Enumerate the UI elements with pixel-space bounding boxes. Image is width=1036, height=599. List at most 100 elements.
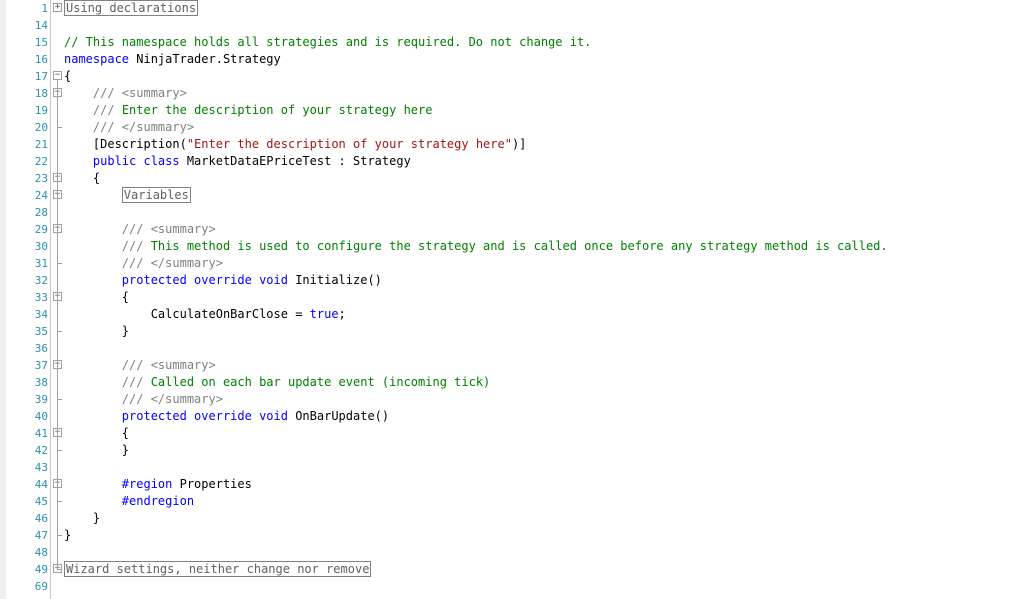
code-token: // This namespace holds all strategies a… xyxy=(64,35,592,49)
line-number: 48 xyxy=(34,546,48,559)
line-number: 19 xyxy=(34,104,48,117)
code-text[interactable]: /// <summary> xyxy=(64,357,216,374)
code-token: /// xyxy=(121,375,144,389)
code-text[interactable]: protected override void OnBarUpdate() xyxy=(64,408,389,425)
line-number: 47 xyxy=(34,529,48,542)
collapsed-region[interactable]: Using declarations xyxy=(64,0,199,16)
code-line[interactable]: 46 } xyxy=(0,510,1036,527)
code-text[interactable]: /// This method is used to configure the… xyxy=(64,238,888,255)
code-line[interactable]: 32 protected override void Initialize() xyxy=(0,272,1036,289)
code-line[interactable]: 49+Wizard settings, neither change nor r… xyxy=(0,561,1036,578)
code-line[interactable]: 21 [Description("Enter the description o… xyxy=(0,136,1036,153)
fold-guide-end xyxy=(57,399,62,400)
code-token: /// xyxy=(92,103,115,117)
code-line[interactable]: 39 /// </summary> xyxy=(0,391,1036,408)
code-text[interactable]: /// <summary> xyxy=(64,85,187,102)
code-text[interactable]: { xyxy=(64,425,129,442)
code-token: { xyxy=(64,290,130,304)
code-token: public class xyxy=(92,154,180,168)
code-text[interactable]: #region Properties xyxy=(64,476,252,493)
code-line[interactable]: 35 } xyxy=(0,323,1036,340)
code-text[interactable]: CalculateOnBarClose = true; xyxy=(64,306,346,323)
code-text[interactable]: // This namespace holds all strategies a… xyxy=(64,34,591,51)
code-line[interactable]: 44− #region Properties xyxy=(0,476,1036,493)
code-text[interactable]: { xyxy=(64,170,100,187)
collapsed-region[interactable]: Variables xyxy=(121,187,191,203)
fold-guide xyxy=(57,437,58,450)
code-line[interactable]: 1 + Using declarations xyxy=(0,0,1036,17)
code-text[interactable]: namespace NinjaTrader.Strategy xyxy=(64,51,281,68)
code-line[interactable]: 23− { xyxy=(0,170,1036,187)
code-text[interactable]: { xyxy=(64,289,129,306)
line-number: 1 xyxy=(41,2,48,15)
code-text[interactable]: } xyxy=(64,527,71,544)
code-token: true xyxy=(309,307,339,321)
code-token: OnBarUpdate() xyxy=(287,409,390,423)
code-line[interactable]: 40 protected override void OnBarUpdate() xyxy=(0,408,1036,425)
line-number: 34 xyxy=(34,308,48,321)
code-line[interactable]: 43 xyxy=(0,459,1036,476)
collapse-icon[interactable]: − xyxy=(53,71,62,80)
code-line[interactable]: 20 /// </summary> xyxy=(0,119,1036,136)
code-line[interactable]: 34 CalculateOnBarClose = true; xyxy=(0,306,1036,323)
code-line[interactable]: 18− /// <summary> xyxy=(0,85,1036,102)
code-text[interactable]: Using declarations xyxy=(64,0,199,17)
code-line[interactable]: 30 /// This method is used to configure … xyxy=(0,238,1036,255)
code-text[interactable]: /// </summary> xyxy=(64,255,223,272)
line-number: 41 xyxy=(34,427,48,440)
code-line[interactable]: 48 xyxy=(0,544,1036,561)
code-line[interactable]: 42 } xyxy=(0,442,1036,459)
code-line[interactable]: 69 xyxy=(0,578,1036,595)
code-token: NinjaTrader.Strategy xyxy=(129,52,281,66)
expand-icon[interactable]: + xyxy=(53,3,62,12)
code-text[interactable]: /// Called on each bar update event (inc… xyxy=(64,374,490,391)
code-line[interactable]: 28 xyxy=(0,204,1036,221)
line-number: 44 xyxy=(34,478,48,491)
code-line[interactable]: 41− { xyxy=(0,425,1036,442)
code-text[interactable]: /// <summary> xyxy=(64,221,216,238)
code-text[interactable]: [Description("Enter the description of y… xyxy=(64,136,527,153)
collapsed-region[interactable]: Wizard settings, neither change nor remo… xyxy=(64,561,372,577)
fold-guide xyxy=(57,97,58,127)
code-text[interactable]: public class MarketDataEPriceTest : Stra… xyxy=(64,153,411,170)
code-text[interactable]: /// Enter the description of your strate… xyxy=(64,102,433,119)
code-line[interactable]: 33− { xyxy=(0,289,1036,306)
code-text[interactable]: { xyxy=(64,68,71,85)
code-token: "Enter the description of your strategy … xyxy=(186,137,512,151)
code-text[interactable]: /// </summary> xyxy=(64,119,194,136)
code-line[interactable]: 19 /// Enter the description of your str… xyxy=(0,102,1036,119)
code-text[interactable]: } xyxy=(64,323,129,340)
fold-guide-end xyxy=(57,263,62,264)
line-number: 18 xyxy=(34,87,48,100)
code-text[interactable]: } xyxy=(64,442,129,459)
code-token: #endregion xyxy=(121,494,195,508)
code-line[interactable]: 24+ Variables xyxy=(0,187,1036,204)
code-line[interactable]: 14 xyxy=(0,17,1036,34)
code-line[interactable]: 29− /// <summary> xyxy=(0,221,1036,238)
code-text[interactable]: } xyxy=(64,510,100,527)
code-token: /// <summary> xyxy=(121,358,216,372)
code-text[interactable]: protected override void Initialize() xyxy=(64,272,382,289)
code-line[interactable]: 37− /// <summary> xyxy=(0,357,1036,374)
line-number: 31 xyxy=(34,257,48,270)
code-line[interactable]: 15 // This namespace holds all strategies… xyxy=(0,34,1036,51)
code-line[interactable]: 47} xyxy=(0,527,1036,544)
code-line[interactable]: 17−{ xyxy=(0,68,1036,85)
code-line[interactable]: 38 /// Called on each bar update event (… xyxy=(0,374,1036,391)
code-editor[interactable]: 1 + Using declarations 14 15 // This namespac… xyxy=(0,0,1036,599)
code-text[interactable]: Wizard settings, neither change nor remo… xyxy=(64,561,372,578)
code-line[interactable]: 45 #endregion xyxy=(0,493,1036,510)
code-text[interactable]: #endregion xyxy=(64,493,194,510)
fold-guide-end xyxy=(57,501,62,502)
code-text[interactable]: Variables xyxy=(64,187,191,204)
code-line[interactable]: 36 xyxy=(0,340,1036,357)
code-line[interactable]: 22 public class MarketDataEPriceTest : S… xyxy=(0,153,1036,170)
code-text[interactable]: /// </summary> xyxy=(64,391,223,408)
line-number: 30 xyxy=(34,240,48,253)
code-line[interactable]: 16 namespace NinjaTrader.Strategy xyxy=(0,51,1036,68)
line-number: 49 xyxy=(34,563,48,576)
code-line[interactable]: 31 /// </summary> xyxy=(0,255,1036,272)
